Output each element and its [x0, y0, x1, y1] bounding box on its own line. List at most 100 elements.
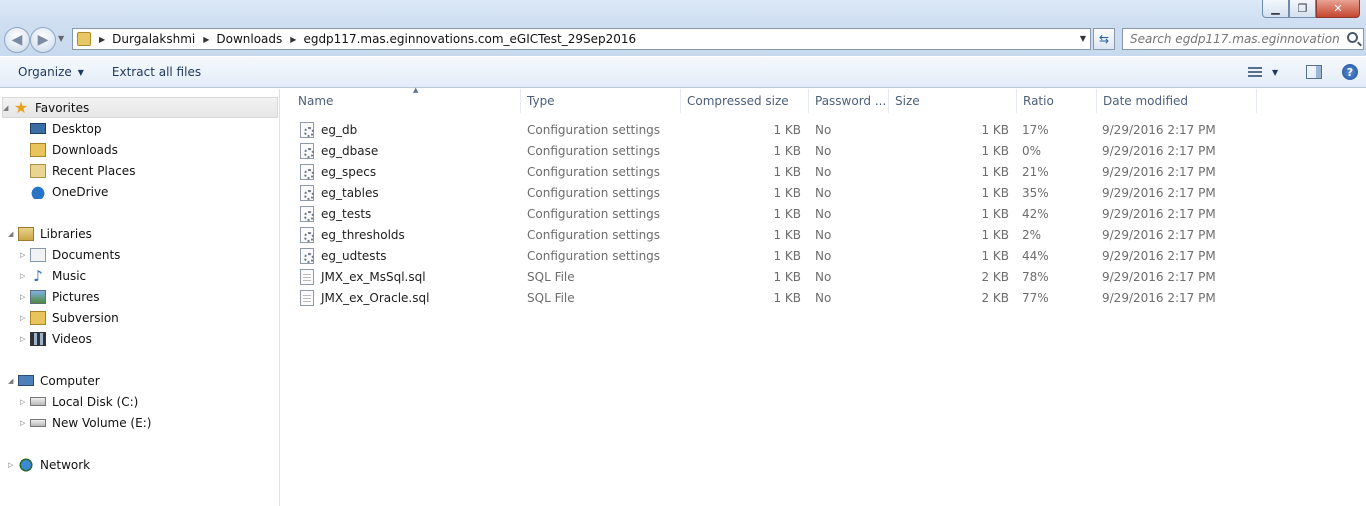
collapse-icon[interactable]: ◢	[3, 104, 13, 112]
organize-button[interactable]: Organize ▼	[8, 60, 94, 84]
expand-icon[interactable]: ▷	[8, 461, 18, 469]
config-file-icon	[300, 226, 314, 243]
nav-favorites[interactable]: ◢ ★ Favorites	[2, 97, 278, 118]
file-name-cell[interactable]: eg_tests	[300, 203, 520, 224]
preview-pane-icon[interactable]	[1306, 65, 1322, 79]
nav-libraries[interactable]: ◢ Libraries	[8, 223, 92, 244]
file-ratio: 77%	[1022, 290, 1049, 305]
expand-icon[interactable]: ▷	[20, 293, 30, 301]
change-view-button[interactable]	[1244, 61, 1266, 83]
collapse-icon[interactable]: ◢	[8, 230, 18, 238]
downloads-folder-icon	[30, 142, 46, 157]
search-box[interactable]	[1122, 28, 1364, 50]
refresh-button[interactable]: ⇆	[1093, 28, 1115, 50]
music-note-icon: ♪	[33, 266, 43, 285]
column-header-name[interactable]: ▲ Name	[292, 86, 521, 113]
nav-label: Computer	[40, 373, 100, 388]
nav-network[interactable]: ▷ Network	[8, 454, 90, 475]
expand-icon[interactable]: ▷	[20, 272, 30, 280]
file-row[interactable]: eg_dbase Configuration settings 1 KB No 1 KB…	[281, 140, 1366, 161]
nav-item-recent-places[interactable]: Recent Places	[30, 160, 135, 181]
file-name-cell[interactable]: JMX_ex_MsSql.sql	[300, 266, 520, 287]
file-row[interactable]: eg_tests Configuration settings 1 KB No 1 KB…	[281, 203, 1366, 224]
file-row[interactable]: eg_thresholds Configuration settings 1 KB N…	[281, 224, 1366, 245]
collapse-icon[interactable]: ◢	[8, 377, 18, 385]
expand-icon[interactable]: ▷	[20, 335, 30, 343]
extract-all-files-button[interactable]: Extract all files	[102, 60, 211, 84]
breadcrumb-separator-icon[interactable]: ▶	[290, 35, 296, 44]
computer-icon	[18, 375, 34, 386]
file-name-cell[interactable]: eg_thresholds	[300, 224, 520, 245]
expand-icon[interactable]: ▷	[20, 419, 30, 427]
nav-item-downloads[interactable]: Downloads	[30, 139, 118, 160]
maximize-button[interactable]: ❐	[1289, 0, 1316, 18]
file-type: Configuration settings	[527, 248, 661, 263]
back-button[interactable]: ◀	[4, 27, 30, 53]
nav-item-local-disk[interactable]: ▷ Local Disk (C:)	[20, 391, 138, 412]
address-bar[interactable]: ▶ Durgalakshmi ▶ Downloads ▶ egdp117.mas…	[72, 28, 1091, 50]
file-name-cell[interactable]: eg_dbase	[300, 140, 520, 161]
file-password-protected: No	[815, 206, 832, 221]
column-header-compressed-size[interactable]: Compressed size	[681, 89, 809, 113]
breadcrumb-separator-icon[interactable]: ▶	[99, 35, 105, 44]
recent-pages-dropdown[interactable]: ▼	[58, 34, 64, 43]
file-compressed-size: 1 KB	[773, 122, 801, 137]
file-name: eg_thresholds	[321, 227, 405, 242]
file-row[interactable]: eg_udtests Configuration settings 1 KB No 1 …	[281, 245, 1366, 266]
file-row[interactable]: eg_tables Configuration settings 1 KB No 1 K…	[281, 182, 1366, 203]
file-row[interactable]: eg_specs Configuration settings 1 KB No 1 KB…	[281, 161, 1366, 182]
file-date-modified: 9/29/2016 2:17 PM	[1102, 143, 1216, 158]
extract-all-files-label: Extract all files	[111, 65, 202, 79]
search-icon[interactable]	[1347, 32, 1358, 43]
hard-disk-icon	[30, 397, 46, 406]
file-name-cell[interactable]: eg_db	[300, 119, 520, 140]
nav-item-music[interactable]: ▷ ♪ Music	[20, 265, 86, 286]
file-name-cell[interactable]: eg_specs	[300, 161, 520, 182]
file-size: 1 KB	[981, 185, 1009, 200]
search-input[interactable]	[1130, 32, 1340, 46]
file-size: 1 KB	[981, 206, 1009, 221]
nav-item-desktop[interactable]: Desktop	[30, 118, 102, 139]
file-password-protected: No	[815, 185, 832, 200]
nav-item-pictures[interactable]: ▷ Pictures	[20, 286, 100, 307]
nav-item-documents[interactable]: ▷ Documents	[20, 244, 120, 265]
column-header-size[interactable]: Size	[889, 89, 1017, 113]
forward-button[interactable]: ▶	[30, 27, 56, 53]
file-name-cell[interactable]: eg_tables	[300, 182, 520, 203]
breadcrumb-downloads[interactable]: Downloads	[216, 32, 282, 46]
breadcrumb-current-folder[interactable]: egdp117.mas.eginnovations.com_eGICTest_2…	[303, 32, 636, 46]
file-name: JMX_ex_Oracle.sql	[321, 290, 430, 305]
file-ratio: 0%	[1022, 143, 1042, 158]
expand-icon[interactable]: ▷	[20, 251, 30, 259]
column-header-password[interactable]: Password ...	[809, 89, 889, 113]
nav-item-onedrive[interactable]: OneDrive	[30, 181, 108, 202]
breadcrumb-separator-icon[interactable]: ▶	[203, 35, 209, 44]
close-button[interactable]: ✕	[1316, 0, 1360, 18]
expand-icon[interactable]: ▷	[20, 398, 30, 406]
breadcrumb-durgalakshmi[interactable]: Durgalakshmi	[112, 32, 195, 46]
column-header-date-modified[interactable]: Date modified	[1097, 89, 1257, 113]
title-bar: ▁ ❐ ✕	[0, 0, 1366, 22]
file-size: 2 KB	[981, 269, 1009, 284]
file-compressed-size: 1 KB	[773, 269, 801, 284]
nav-item-videos[interactable]: ▷ Videos	[20, 328, 92, 349]
minimize-button[interactable]: ▁	[1262, 0, 1289, 18]
file-row[interactable]: JMX_ex_Oracle.sql SQL File 1 KB No 2 KB 77% 9/…	[281, 287, 1366, 308]
file-row[interactable]: eg_db Configuration settings 1 KB No 1 KB 17%…	[281, 119, 1366, 140]
file-name-cell[interactable]: JMX_ex_Oracle.sql	[300, 287, 520, 308]
nav-computer[interactable]: ◢ Computer	[8, 370, 100, 391]
file-ratio: 2%	[1022, 227, 1042, 242]
file-row[interactable]: JMX_ex_MsSql.sql SQL File 1 KB No 2 KB 78% 9/2…	[281, 266, 1366, 287]
file-name-cell[interactable]: eg_udtests	[300, 245, 520, 266]
nav-item-subversion[interactable]: ▷ Subversion	[20, 307, 119, 328]
nav-item-new-volume[interactable]: ▷ New Volume (E:)	[20, 412, 151, 433]
file-password-protected: No	[815, 122, 832, 137]
file-date-modified: 9/29/2016 2:17 PM	[1102, 269, 1216, 284]
column-label: Ratio	[1023, 94, 1054, 108]
column-header-type[interactable]: Type	[521, 89, 681, 113]
column-header-ratio[interactable]: Ratio	[1017, 89, 1097, 113]
help-icon[interactable]: ?	[1342, 64, 1358, 80]
address-history-dropdown[interactable]: ▼	[1080, 34, 1086, 43]
expand-icon[interactable]: ▷	[20, 314, 30, 322]
view-options-dropdown[interactable]: ▼	[1272, 68, 1284, 77]
